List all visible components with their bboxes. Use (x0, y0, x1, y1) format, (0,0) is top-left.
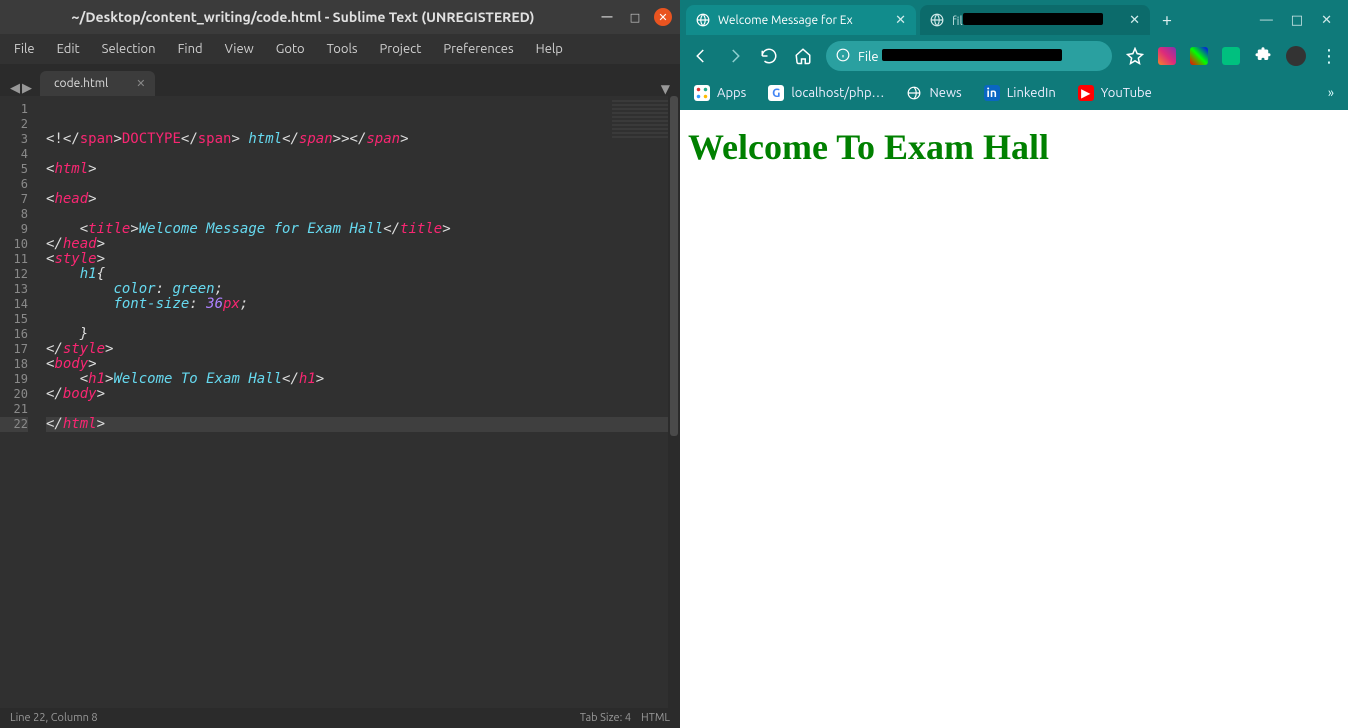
menu-tools[interactable]: Tools (327, 42, 358, 56)
vertical-scrollbar[interactable] (668, 96, 680, 708)
redacted-text (963, 13, 1103, 25)
status-syntax[interactable]: HTML (641, 712, 670, 724)
chrome-toolbar: File ⋮ (680, 36, 1348, 76)
window-close-icon[interactable]: ✕ (1321, 13, 1332, 28)
bookmark-overflow-icon[interactable]: » (1328, 86, 1334, 100)
chrome-frame: Welcome Message for Ex ✕ fil ✕ + — □ ✕ (680, 0, 1348, 110)
star-icon[interactable] (1124, 45, 1146, 67)
menu-project[interactable]: Project (380, 42, 422, 56)
bookmark-news[interactable]: News (906, 85, 961, 101)
google-icon: G (768, 85, 784, 101)
nav-back-icon[interactable]: ◀ (10, 81, 20, 96)
sublime-editor[interactable]: 12345678910111213141516171819202122 <!</… (0, 96, 680, 708)
sublime-tab-label: code.html (54, 77, 108, 90)
globe-icon (930, 13, 944, 27)
window-close-icon[interactable]: ✕ (654, 8, 672, 26)
line-gutter: 12345678910111213141516171819202122 (0, 96, 34, 708)
tab-title: fil (952, 13, 1121, 28)
window-minimize-icon[interactable]: — (1260, 13, 1273, 28)
extension-icon[interactable] (1190, 47, 1208, 65)
menu-view[interactable]: View (225, 42, 254, 56)
sublime-window: ~/Desktop/content_writing/code.html - Su… (0, 0, 680, 728)
scrollbar-thumb[interactable] (670, 96, 678, 436)
globe-icon (906, 85, 922, 101)
menu-goto[interactable]: Goto (276, 42, 305, 56)
extension-row: ⋮ (1158, 45, 1338, 67)
address-text: File (858, 49, 1062, 64)
forward-button[interactable] (724, 45, 746, 67)
sublime-tabstrip: ◀ ▶ code.html ✕ ▼ (0, 64, 680, 96)
sublime-menubar: File Edit Selection Find View Goto Tools… (0, 34, 680, 64)
globe-icon (696, 13, 710, 27)
bookmark-bar: Apps G localhost/php… News in LinkedIn ▶… (680, 76, 1348, 110)
minimap[interactable] (612, 100, 672, 140)
tab-title: Welcome Message for Ex (718, 14, 887, 27)
chrome-menu-icon[interactable]: ⋮ (1320, 46, 1338, 67)
redacted-text (882, 49, 1062, 61)
nav-forward-icon[interactable]: ▶ (22, 81, 32, 96)
profile-avatar[interactable] (1286, 46, 1306, 66)
sublime-title: ~/Desktop/content_writing/code.html - Su… (8, 9, 598, 25)
sublime-titlebar: ~/Desktop/content_writing/code.html - Su… (0, 0, 680, 34)
tab-close-icon[interactable]: ✕ (1129, 13, 1140, 28)
tab-close-icon[interactable]: ✕ (136, 77, 145, 90)
tab-close-icon[interactable]: ✕ (895, 13, 906, 28)
menu-preferences[interactable]: Preferences (443, 42, 513, 56)
linkedin-icon: in (984, 85, 1000, 101)
bookmark-youtube[interactable]: ▶ YouTube (1078, 85, 1152, 101)
menu-file[interactable]: File (14, 42, 35, 56)
new-tab-button[interactable]: + (1154, 7, 1180, 33)
chrome-window: Welcome Message for Ex ✕ fil ✕ + — □ ✕ (680, 0, 1348, 728)
chrome-tab-inactive[interactable]: fil ✕ (920, 5, 1150, 35)
youtube-icon: ▶ (1078, 85, 1094, 101)
tab-overflow-icon[interactable]: ▼ (661, 82, 680, 96)
chrome-tab-active[interactable]: Welcome Message for Ex ✕ (686, 5, 916, 35)
home-button[interactable] (792, 45, 814, 67)
menu-find[interactable]: Find (178, 42, 203, 56)
bookmark-apps[interactable]: Apps (694, 85, 746, 101)
menu-selection[interactable]: Selection (102, 42, 156, 56)
status-tabsize[interactable]: Tab Size: 4 (580, 712, 631, 724)
status-cursor: Line 22, Column 8 (10, 712, 98, 724)
window-minimize-icon[interactable]: — (598, 8, 616, 26)
extension-icon[interactable] (1158, 47, 1176, 65)
bookmark-linkedin[interactable]: in LinkedIn (984, 85, 1056, 101)
apps-icon (694, 85, 710, 101)
chrome-tabstrip: Welcome Message for Ex ✕ fil ✕ + — □ ✕ (680, 0, 1348, 36)
address-bar[interactable]: File (826, 41, 1112, 71)
page-heading: Welcome To Exam Hall (688, 126, 1340, 168)
reload-button[interactable] (758, 45, 780, 67)
sublime-tab[interactable]: code.html ✕ (40, 71, 155, 96)
window-maximize-icon[interactable]: □ (1291, 13, 1303, 28)
extensions-puzzle-icon[interactable] (1254, 45, 1272, 67)
page-content: Welcome To Exam Hall (680, 110, 1348, 728)
sublime-statusbar: Line 22, Column 8 Tab Size: 4 HTML (0, 708, 680, 728)
code-area[interactable]: <!</span>DOCTYPE</span> html</span>></sp… (34, 96, 680, 708)
menu-help[interactable]: Help (536, 42, 563, 56)
info-icon[interactable] (836, 48, 850, 65)
bookmark-localhost[interactable]: G localhost/php… (768, 85, 884, 101)
menu-edit[interactable]: Edit (57, 42, 80, 56)
extension-icon[interactable] (1222, 47, 1240, 65)
back-button[interactable] (690, 45, 712, 67)
window-maximize-icon[interactable]: □ (626, 8, 644, 26)
chrome-window-controls: — □ ✕ (1260, 13, 1342, 28)
